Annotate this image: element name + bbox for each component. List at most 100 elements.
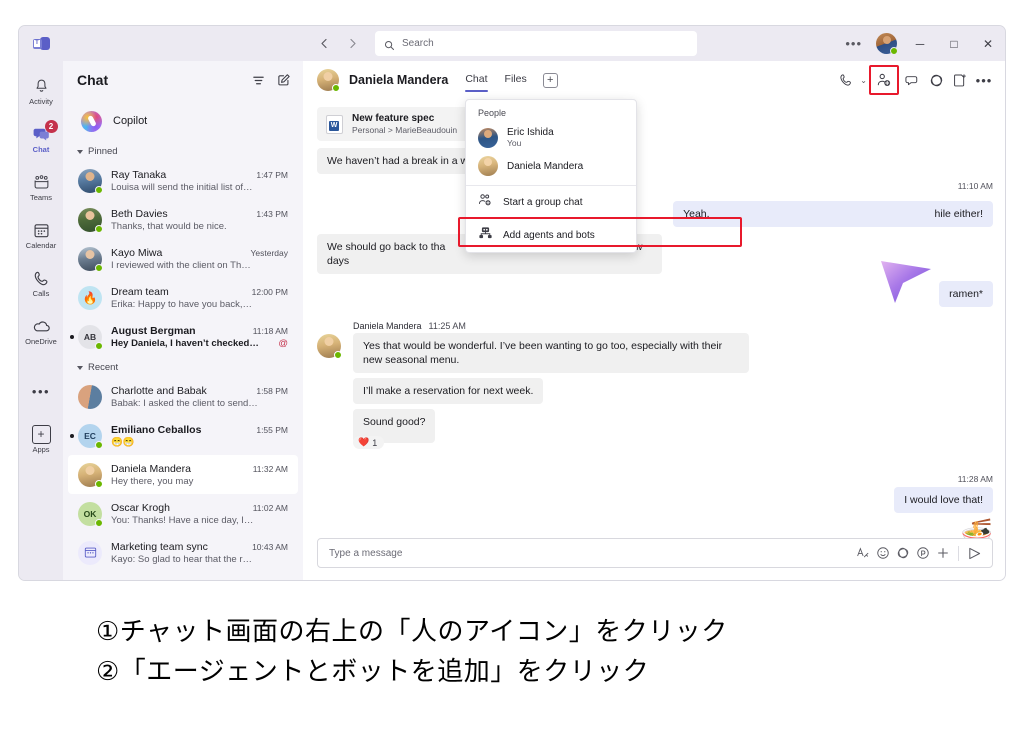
rail-item-chat[interactable]: 2 Chat — [19, 115, 63, 163]
message-text-left: Yeah, — [683, 208, 710, 220]
message-input[interactable]: Type a message — [317, 538, 993, 568]
menu-item-start-group-chat[interactable]: Start a group chat — [466, 186, 636, 219]
message-file-card-row: New feature spec Personal > MarieBeaudou… — [317, 107, 993, 141]
minimize-button[interactable]: ─ — [903, 26, 937, 61]
chat-item-time: 11:02 AM — [252, 502, 288, 513]
chat-item-time: 11:32 AM — [252, 463, 288, 474]
avatar — [478, 127, 498, 148]
avatar — [78, 207, 103, 233]
user-avatar[interactable] — [876, 33, 898, 55]
message-timestamp: 11:28 AM — [957, 474, 993, 484]
rail-item-teams[interactable]: Teams — [19, 163, 63, 211]
rail-item-activity[interactable]: Activity — [19, 67, 63, 115]
chat-item-time: 1:43 PM — [256, 208, 288, 219]
notes-icon[interactable] — [949, 69, 971, 91]
search-input[interactable]: Search — [375, 31, 697, 56]
add-tab-button[interactable]: + — [542, 72, 558, 88]
rail-more-button[interactable]: ••• — [19, 367, 63, 415]
sticker-icon[interactable] — [893, 543, 913, 563]
avatar — [78, 384, 102, 409]
chat-item-name: Ray Tanaka — [111, 168, 167, 181]
chat-list-item[interactable]: AB August Bergman 11:18 AM Hey Daniela, … — [68, 317, 298, 356]
popup-person-daniela-mandera[interactable]: Daniela Mandera — [466, 152, 636, 180]
chat-thread-icon[interactable] — [901, 69, 923, 91]
add-people-button[interactable] — [869, 65, 899, 95]
chat-list-item[interactable]: Kayo Miwa Yesterday I reviewed with the … — [68, 239, 298, 278]
chat-list-item[interactable]: Ray Tanaka 1:47 PM Louisa will send the … — [68, 161, 298, 200]
chat-list-item[interactable]: Kian Lambert Yesterday Have you run this… — [68, 572, 298, 580]
maximize-button[interactable]: □ — [937, 26, 971, 61]
heart-icon: ❤️ — [358, 437, 370, 447]
chat-item-preview: Erika: Happy to have you back,… — [111, 298, 252, 310]
chat-header-actions: ⌄ ••• — [835, 65, 995, 95]
avatar — [78, 540, 102, 565]
chat-item-preview: You: Thanks! Have a nice day, I… — [111, 514, 254, 526]
chat-list-item-copilot[interactable]: Copilot — [69, 104, 297, 138]
reaction-badge[interactable]: ❤️ 1 — [353, 436, 385, 449]
rail-item-calls[interactable]: Calls — [19, 259, 63, 307]
copilot-label: Copilot — [113, 115, 148, 127]
chevron-left-icon[interactable] — [313, 33, 335, 55]
rail-label: OneDrive — [25, 336, 57, 346]
avatar — [478, 156, 498, 176]
reaction-count: 1 — [372, 437, 378, 448]
chat-item-preview: Babak: I asked the client to send… — [111, 397, 258, 409]
chat-list-item[interactable]: Charlotte and Babak 1:58 PM Babak: I ask… — [68, 377, 298, 416]
chat-main-area: Daniela Mandera Chat Files + ⌄ ••• W New… — [303, 61, 1005, 580]
chevron-right-icon[interactable] — [341, 33, 363, 55]
call-icon[interactable] — [835, 69, 857, 91]
section-header-recent[interactable]: Recent — [63, 356, 303, 377]
app-rail: Activity 2 Chat Teams Calendar Calls One… — [19, 61, 63, 580]
praise-icon[interactable] — [913, 543, 933, 563]
rail-item-apps[interactable]: + Apps — [19, 415, 63, 463]
message-list: New feature spec Personal > MarieBeaudou… — [303, 99, 1005, 538]
chat-list-item[interactable]: Beth Davies 1:43 PM Thanks, that would b… — [68, 200, 298, 239]
new-chat-icon[interactable] — [277, 73, 291, 87]
chevron-down-icon — [77, 149, 83, 154]
avatar: OK — [78, 501, 103, 527]
chat-list[interactable]: Copilot Pinned Ray Tanaka 1:47 PM Louisa… — [63, 99, 303, 580]
emoji-icon[interactable] — [873, 543, 893, 563]
copilot-icon — [81, 110, 102, 132]
copilot-icon[interactable] — [925, 69, 947, 91]
message-row: We haven’t had a break in a while — [317, 148, 993, 174]
chat-item-name: Marketing team sync — [111, 540, 208, 553]
chat-item-name: Charlotte and Babak — [111, 384, 207, 397]
chat-list-item-daniela-mandera[interactable]: Daniela Mandera 11:32 AM Hey there, you … — [68, 455, 298, 494]
chat-list-item[interactable]: 🔥 Dream team 12:00 PM Erika: Happy to ha… — [68, 278, 298, 317]
chat-list-item[interactable]: Marketing team sync 10:43 AM Kayo: So gl… — [68, 533, 298, 572]
caption: ①チャット画面の右上の「人のアイコン」をクリック ②「エージェントとボットを追加… — [96, 612, 956, 692]
tab-chat[interactable]: Chat — [465, 73, 488, 92]
message-bubble: ramen* — [939, 281, 993, 307]
chat-item-preview: Hey there, you may — [111, 475, 194, 487]
cloud-icon — [32, 317, 51, 336]
filter-icon[interactable] — [252, 74, 265, 87]
format-icon[interactable] — [853, 543, 873, 563]
chat-item-time: 10:43 AM — [252, 541, 288, 552]
menu-item-label: Add agents and bots — [503, 230, 595, 241]
titlebar-more-icon[interactable]: ••• — [837, 36, 870, 51]
chat-list-item[interactable]: EC Emiliano Ceballos 1:55 PM 😁😁 — [68, 416, 298, 455]
rail-item-onedrive[interactable]: OneDrive — [19, 307, 63, 355]
chat-list-item[interactable]: OK Oscar Krogh 11:02 AM You: Thanks! Hav… — [68, 494, 298, 533]
close-button[interactable]: ✕ — [971, 26, 1005, 61]
contact-name: Daniela Mandera — [349, 73, 449, 87]
bot-icon — [478, 226, 493, 245]
plus-icon[interactable] — [933, 543, 953, 563]
group-chat-icon — [478, 193, 493, 212]
message-bubble: Yes that would be wonderful. I’ve been w… — [353, 333, 749, 373]
section-header-pinned[interactable]: Pinned — [63, 140, 303, 161]
chat-bubble-icon: 2 — [32, 119, 58, 144]
send-icon[interactable] — [964, 543, 984, 563]
chat-item-preview: Louisa will send the initial list of… — [111, 181, 253, 193]
person-name: Daniela Mandera — [507, 160, 584, 172]
chat-item-name: Emiliano Ceballos — [111, 423, 202, 436]
chevron-down-icon — [77, 365, 83, 370]
tab-files[interactable]: Files — [505, 73, 527, 87]
chevron-down-icon[interactable]: ⌄ — [860, 76, 867, 85]
menu-item-add-agents-and-bots[interactable]: Add agents and bots — [458, 217, 742, 252]
popup-person-eric-ishida[interactable]: Eric Ishida You — [466, 123, 636, 152]
rail-item-calendar[interactable]: Calendar — [19, 211, 63, 259]
more-icon[interactable]: ••• — [973, 69, 995, 91]
title-bar: T Search ••• ─ □ ✕ — [19, 26, 1005, 61]
